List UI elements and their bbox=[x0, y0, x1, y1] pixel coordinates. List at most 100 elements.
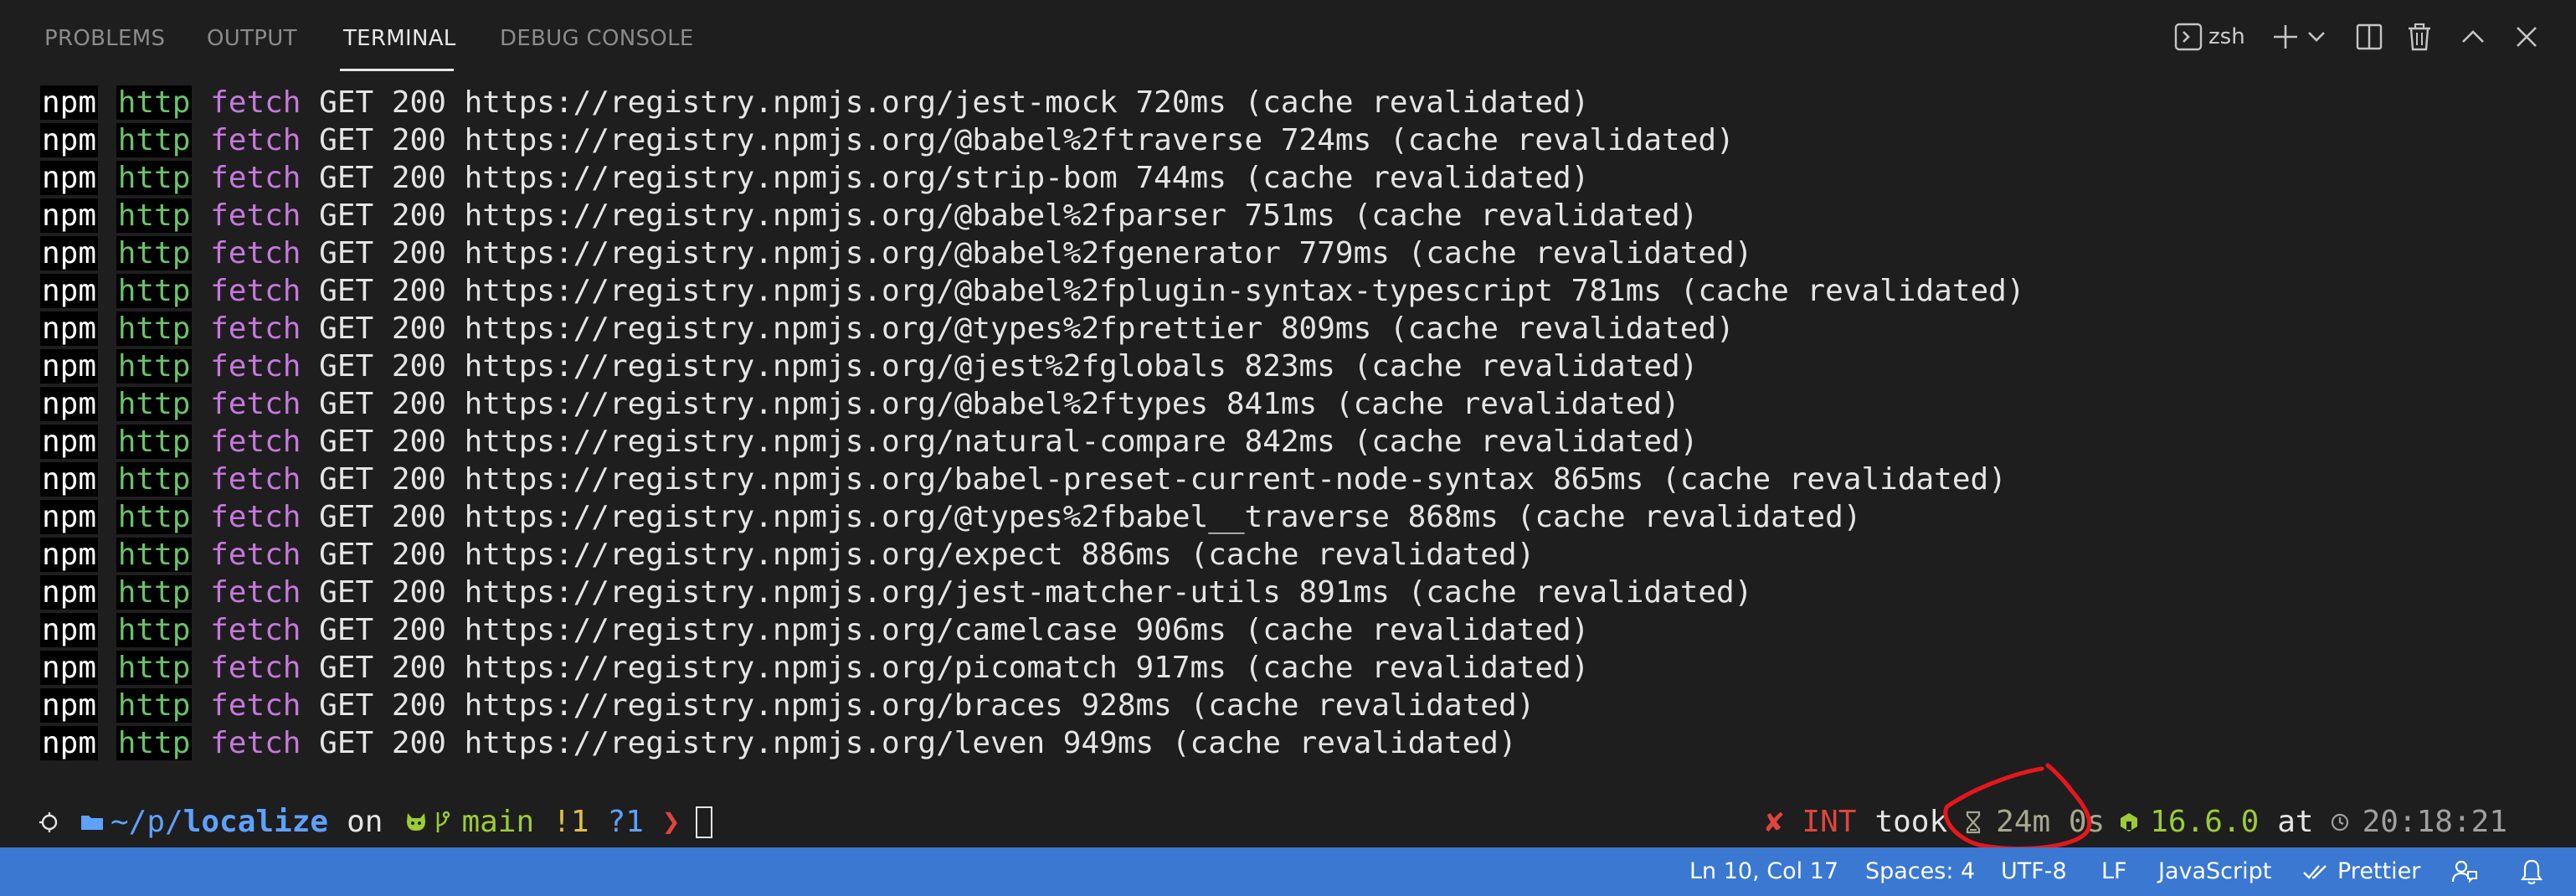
log-text: GET 200 https://registry.npmjs.org/babel… bbox=[319, 462, 2007, 497]
trash-icon[interactable] bbox=[2403, 17, 2436, 57]
terminal-output[interactable]: npm http fetch GET 200 https://registry.… bbox=[0, 84, 2576, 837]
npm-tag: npm bbox=[40, 651, 99, 685]
shell-label[interactable]: zsh bbox=[2208, 20, 2245, 54]
prompt-arrow: ❯ bbox=[661, 805, 681, 839]
terminal-icon[interactable] bbox=[2172, 17, 2205, 57]
http-tag: http bbox=[116, 349, 193, 384]
http-tag: http bbox=[116, 236, 193, 270]
http-tag: http bbox=[116, 85, 193, 120]
tab-terminal[interactable]: TERMINAL bbox=[343, 22, 456, 55]
npm-tag: npm bbox=[40, 462, 99, 497]
cursor-position[interactable]: Ln 10, Col 17 bbox=[1689, 847, 1838, 896]
npm-tag: npm bbox=[40, 500, 99, 534]
log-text: GET 200 https://registry.npmjs.org/brace… bbox=[319, 688, 1535, 723]
http-tag: http bbox=[116, 575, 193, 610]
fetch-tag: fetch bbox=[210, 726, 301, 760]
close-icon[interactable] bbox=[2510, 17, 2543, 57]
prettier-status[interactable]: Prettier bbox=[2302, 847, 2420, 896]
language-mode[interactable]: JavaScript bbox=[2158, 847, 2271, 896]
encoding[interactable]: UTF-8 bbox=[2001, 847, 2067, 896]
fetch-tag: fetch bbox=[210, 198, 301, 233]
at-label: at bbox=[2277, 805, 2314, 839]
log-line: npm http fetch GET 200 https://registry.… bbox=[40, 121, 1735, 159]
split-icon[interactable] bbox=[2352, 17, 2386, 57]
log-text: GET 200 https://registry.npmjs.org/jest-… bbox=[319, 575, 1753, 610]
indentation[interactable]: Spaces: 4 bbox=[1865, 847, 1975, 896]
log-line: npm http fetch GET 200 https://registry.… bbox=[40, 310, 1735, 348]
shell-prompt[interactable]: ~/p/localize on main !1 ?1 ❯ bbox=[35, 802, 712, 842]
log-line: npm http fetch GET 200 https://registry.… bbox=[40, 423, 1698, 461]
fetch-tag: fetch bbox=[210, 161, 301, 195]
fetch-tag: fetch bbox=[210, 312, 301, 346]
log-text: GET 200 https://registry.npmjs.org/jest-… bbox=[319, 85, 1590, 120]
http-tag: http bbox=[116, 613, 193, 647]
npm-tag: npm bbox=[40, 349, 99, 384]
log-text: GET 200 https://registry.npmjs.org/natur… bbox=[319, 425, 1699, 459]
log-line: npm http fetch GET 200 https://registry.… bbox=[40, 461, 2007, 498]
branch-icon bbox=[431, 809, 453, 836]
npm-tag: npm bbox=[40, 575, 99, 610]
git-untracked: ?1 bbox=[607, 805, 644, 839]
npm-tag: npm bbox=[40, 274, 99, 308]
branch-name: main bbox=[461, 805, 535, 839]
log-text: GET 200 https://registry.npmjs.org/@type… bbox=[319, 500, 1862, 534]
npm-tag: npm bbox=[40, 726, 99, 760]
plus-icon[interactable] bbox=[2269, 17, 2302, 57]
log-text: GET 200 https://registry.npmjs.org/@babe… bbox=[319, 387, 1680, 421]
http-tag: http bbox=[116, 161, 193, 195]
log-line: npm http fetch GET 200 https://registry.… bbox=[40, 385, 1680, 423]
terminal-cursor bbox=[695, 806, 712, 838]
log-line: npm http fetch GET 200 https://registry.… bbox=[40, 234, 1752, 272]
log-line: npm http fetch GET 200 https://registry.… bbox=[40, 498, 1861, 536]
log-line: npm http fetch GET 200 https://registry.… bbox=[40, 348, 1698, 385]
log-line: npm http fetch GET 200 https://registry.… bbox=[40, 272, 2025, 310]
npm-tag: npm bbox=[40, 198, 99, 233]
http-tag: http bbox=[116, 538, 193, 572]
path-prefix: ~/p/ bbox=[111, 805, 183, 839]
feedback-icon[interactable] bbox=[2451, 847, 2478, 896]
log-text: GET 200 https://registry.npmjs.org/@type… bbox=[319, 312, 1735, 346]
http-tag: http bbox=[116, 726, 193, 760]
tab-output[interactable]: OUTPUT bbox=[207, 22, 297, 55]
fetch-tag: fetch bbox=[210, 613, 301, 647]
status-bar: Ln 10, Col 17 Spaces: 4 UTF-8 LF JavaScr… bbox=[0, 847, 2576, 896]
right-prompt: ✘ INT took 24m 0s 16.6.0 at 20:18:21 bbox=[1766, 802, 2507, 842]
http-tag: http bbox=[116, 198, 193, 233]
log-line: npm http fetch GET 200 https://registry.… bbox=[40, 611, 1589, 649]
log-line: npm http fetch GET 200 https://registry.… bbox=[40, 84, 1589, 121]
http-tag: http bbox=[116, 425, 193, 459]
bell-icon[interactable] bbox=[2520, 847, 2543, 896]
node-icon bbox=[2116, 811, 2142, 833]
tab-debug-console[interactable]: DEBUG CONSOLE bbox=[500, 22, 694, 55]
fetch-tag: fetch bbox=[210, 538, 301, 572]
fetch-tag: fetch bbox=[210, 349, 301, 384]
log-text: GET 200 https://registry.npmjs.org/@babe… bbox=[319, 198, 1699, 233]
tab-problems[interactable]: PROBLEMS bbox=[44, 22, 165, 55]
chevron-down-icon[interactable] bbox=[2306, 17, 2327, 57]
panel-tab-bar: PROBLEMS OUTPUT TERMINAL DEBUG CONSOLE z… bbox=[0, 0, 2576, 74]
http-tag: http bbox=[116, 387, 193, 421]
error-mark-icon: ✘ bbox=[1765, 805, 1784, 839]
prettier-label: Prettier bbox=[2337, 858, 2421, 884]
fetch-tag: fetch bbox=[210, 651, 301, 685]
fetch-tag: fetch bbox=[210, 85, 301, 120]
folder-icon bbox=[74, 812, 111, 832]
log-line: npm http fetch GET 200 https://registry.… bbox=[40, 536, 1535, 574]
fetch-tag: fetch bbox=[210, 274, 301, 308]
http-tag: http bbox=[116, 274, 193, 308]
npm-tag: npm bbox=[40, 387, 99, 421]
log-text: GET 200 https://registry.npmjs.org/leven… bbox=[319, 726, 1517, 760]
http-tag: http bbox=[116, 688, 193, 723]
end-of-line[interactable]: LF bbox=[2101, 847, 2127, 896]
npm-tag: npm bbox=[40, 312, 99, 346]
chevron-up-icon[interactable] bbox=[2456, 17, 2490, 57]
npm-tag: npm bbox=[40, 236, 99, 270]
fetch-tag: fetch bbox=[210, 236, 301, 270]
log-line: npm http fetch GET 200 https://registry.… bbox=[40, 159, 1589, 197]
fetch-tag: fetch bbox=[210, 500, 301, 534]
fetch-tag: fetch bbox=[210, 575, 301, 610]
exit-status: INT bbox=[1802, 805, 1857, 839]
npm-tag: npm bbox=[40, 123, 99, 157]
node-version: 16.6.0 bbox=[2150, 805, 2260, 839]
prompt-on: on bbox=[347, 805, 383, 839]
